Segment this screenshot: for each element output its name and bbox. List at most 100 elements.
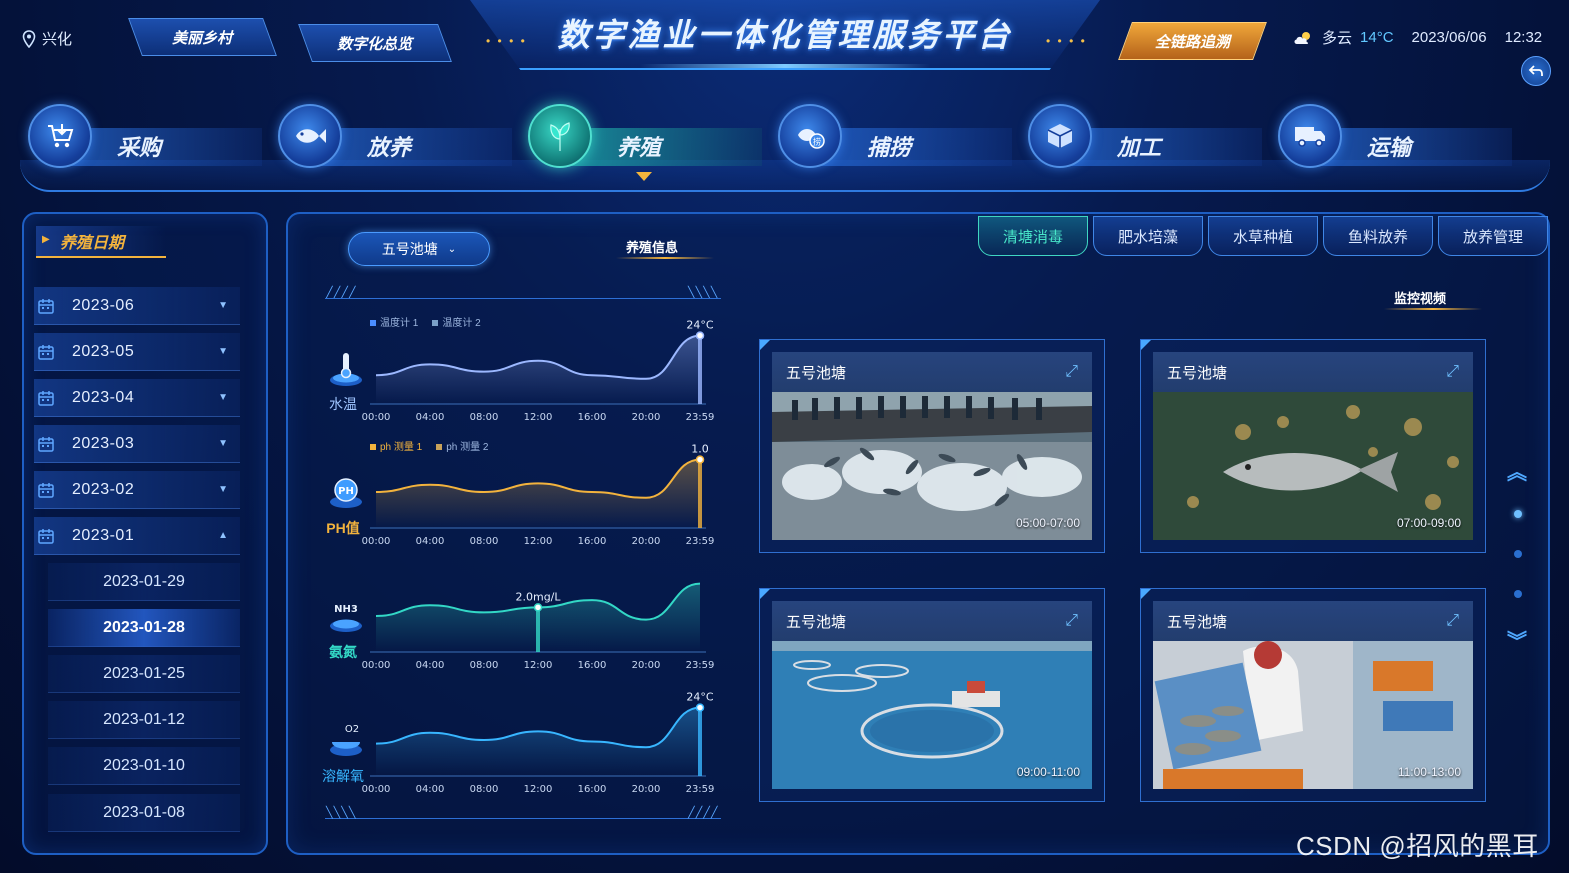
svg-text:NH3: NH3: [334, 604, 358, 615]
cloud-sun-icon: [1294, 31, 1310, 44]
nav-label: 加工: [1117, 135, 1162, 160]
video-player[interactable]: 五号池塘 ⤢ 11:00-13:00: [1153, 601, 1473, 789]
ph-icon: PH: [330, 478, 362, 508]
page-title: 数字渔业一体化管理服务平台: [557, 17, 1013, 53]
weather-widget: 多云 14°C 2023/06/06 12:32: [1292, 27, 1542, 48]
pond-select[interactable]: 五号池塘 ⌄: [348, 232, 490, 266]
catch-icon: 捞: [778, 104, 842, 168]
video-card[interactable]: 五号池塘 ⤢ 09:00-11:00: [759, 588, 1105, 802]
line-chart: 24°C 00:00 04:00 08:00 12:00 16:00 20:00 23:59: [362, 319, 715, 423]
tab-fertilize-algae[interactable]: 肥水培藻: [1093, 216, 1203, 256]
title-glow: [640, 64, 930, 68]
scroll-up-button[interactable]: ︽: [1507, 456, 1527, 485]
video-player[interactable]: 五号池塘 ⤢ 07:00-09:00: [1153, 352, 1473, 540]
x-tick-label: 04:00: [416, 412, 445, 423]
marker-bar: [536, 607, 540, 652]
video-card[interactable]: 五号池塘 ⤢ 11:00-13:00: [1140, 588, 1486, 802]
nav-item-transport[interactable]: 运输: [1272, 100, 1512, 170]
fullscreen-icon[interactable]: ⤢: [1446, 363, 1459, 381]
tab-full-chain-trace[interactable]: 全链路追溯: [1118, 22, 1267, 60]
tab-stocking-management[interactable]: 放养管理: [1438, 216, 1548, 256]
location-label: 兴化: [42, 31, 73, 48]
marker-label: 24°C: [686, 319, 713, 332]
nav-label: 放养: [367, 135, 412, 160]
day-item[interactable]: 2023-01-10: [48, 747, 240, 785]
section-underline: [616, 257, 714, 259]
calendar-icon: [38, 298, 54, 314]
thermometer-icon: [330, 353, 362, 386]
farming-info-title: 养殖信息: [626, 240, 679, 255]
day-item[interactable]: 2023-01-29: [48, 563, 240, 601]
x-tick-label: 12:00: [524, 784, 553, 795]
calendar-icon: [38, 436, 54, 452]
nav-label: 运输: [1367, 135, 1412, 160]
fullscreen-icon[interactable]: ⤢: [1065, 363, 1078, 381]
x-tick-label: 23:59: [686, 412, 715, 423]
calendar-icon: [38, 390, 54, 406]
page-dot[interactable]: [1514, 550, 1522, 558]
nav-item-farming[interactable]: 养殖: [522, 100, 762, 170]
nav-item-purchase[interactable]: 采购: [22, 100, 262, 170]
marker-point: [533, 603, 543, 612]
chevron-down-icon: ▼: [218, 392, 228, 403]
video-time: 11:00-13:00: [1397, 765, 1461, 779]
back-button[interactable]: [1521, 56, 1551, 86]
nav-label: 采购: [117, 135, 162, 160]
chart-ammonia: NH3 氨氮 2.0mg/L 00:00 04:00 08:00 12:00 16:00 2…: [318, 558, 718, 671]
video-card[interactable]: 五号池塘 ⤢ 05:00-07:00: [759, 339, 1105, 553]
nav-item-stocking[interactable]: 放养: [272, 100, 512, 170]
line-chart: 1.0 00:00 04:00 08:00 12:00 16:00 20:00 23:59: [362, 443, 715, 547]
x-tick-label: 04:00: [416, 784, 445, 795]
oxygen-icon: O2: [330, 724, 362, 756]
series-area: [376, 707, 700, 776]
month-item[interactable]: 2023-05 ▼: [34, 333, 240, 371]
marker-point: [695, 331, 705, 340]
day-item[interactable]: 2023-01-12: [48, 701, 240, 739]
tab-beautiful-village[interactable]: 美丽乡村: [128, 18, 277, 56]
fullscreen-icon[interactable]: ⤢: [1065, 612, 1078, 630]
chevron-down-icon: ▼: [218, 438, 228, 449]
x-tick-label: 00:00: [362, 412, 391, 423]
fullscreen-icon[interactable]: ⤢: [1446, 612, 1459, 630]
day-item[interactable]: 2023-01-25: [48, 655, 240, 693]
page-dot-active[interactable]: [1514, 510, 1522, 518]
x-tick-label: 16:00: [578, 660, 607, 671]
svg-text:PH: PH: [338, 486, 354, 497]
month-item[interactable]: 2023-04 ▼: [34, 379, 240, 417]
tab-pond-disinfection[interactable]: 清塘消毒: [978, 216, 1088, 256]
nav-item-processing[interactable]: 加工: [1022, 100, 1262, 170]
video-card[interactable]: 五号池塘 ⤢ 07:00-09:00: [1140, 339, 1486, 553]
video-player[interactable]: 五号池塘 ⤢ 05:00-07:00: [772, 352, 1092, 540]
day-item[interactable]: 2023-01-08: [48, 794, 240, 832]
tab-water-plants[interactable]: 水草种植: [1208, 216, 1318, 256]
x-tick-label: 20:00: [632, 660, 661, 671]
weather-text: 多云: [1322, 30, 1353, 47]
tab-feed-stocking[interactable]: 鱼料放养: [1323, 216, 1433, 256]
x-tick-label: 20:00: [632, 536, 661, 547]
chevron-down-icon: ▼: [218, 346, 228, 357]
x-tick-label: 16:00: [578, 412, 607, 423]
series-area: [376, 459, 700, 528]
chevron-down-icon: ⌄: [447, 243, 457, 255]
nav-item-catching[interactable]: 捞 捕捞: [772, 100, 1012, 170]
video-title: 五号池塘: [1167, 613, 1228, 631]
marker-label: 2.0mg/L: [515, 590, 561, 603]
scroll-down-button[interactable]: ︾: [1507, 625, 1527, 654]
page-dot[interactable]: [1514, 590, 1522, 598]
month-item-expanded[interactable]: 2023-01 ▲: [34, 517, 240, 555]
video-player[interactable]: 五号池塘 ⤢ 09:00-11:00: [772, 601, 1092, 789]
month-item[interactable]: 2023-03 ▼: [34, 425, 240, 463]
month-item[interactable]: 2023-02 ▼: [34, 471, 240, 509]
active-nav-indicator: [636, 172, 652, 181]
location-selector[interactable]: 兴化: [22, 28, 72, 49]
date-panel-title: 养殖日期: [36, 226, 166, 258]
marker-point: [695, 455, 705, 464]
line-chart: 2.0mg/L 00:00 04:00 08:00 12:00 16:00 20:00 23:…: [362, 582, 714, 671]
calendar-icon: [38, 528, 54, 544]
video-title: 五号池塘: [1167, 364, 1228, 382]
day-item-selected[interactable]: 2023-01-28: [48, 609, 240, 647]
ammonia-icon: NH3: [330, 604, 362, 632]
watermark: CSDN @招风的黑耳: [1296, 831, 1539, 861]
tab-digital-overview[interactable]: 数字化总览: [298, 24, 452, 62]
month-item[interactable]: 2023-06 ▼: [34, 287, 240, 325]
